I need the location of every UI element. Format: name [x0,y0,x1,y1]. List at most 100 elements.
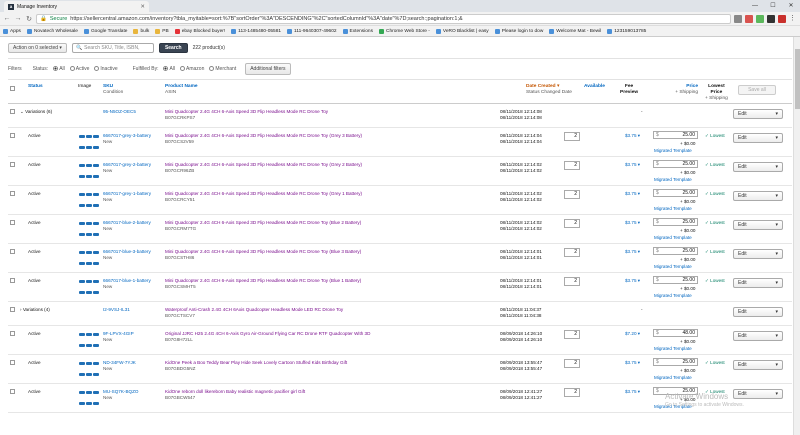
sku-link[interactable]: 95-N5OZ-OEC5 [103,109,136,115]
product-name-link[interactable]: Original JJRC H25 2.4G 4CH 6-Axis Gyro A… [165,331,370,337]
status-all-radio[interactable]: All [53,66,65,72]
bookmark-item[interactable]: VeRO Blacklist | easy [435,28,489,34]
fee-preview-link[interactable]: $3.75 ▾ [625,191,640,197]
shipping-template-link[interactable]: Migrated Template [654,264,692,270]
bookmark-item[interactable]: Extensions [342,28,373,34]
shipping-template-link[interactable]: Migrated Template [654,293,692,299]
product-name-link[interactable]: Mini Quadcopter 2.4G 4CH 6-Axis Speed 3D… [165,133,362,139]
scrollbar-thumb[interactable] [795,49,800,109]
back-icon[interactable]: ← [3,15,11,22]
shipping-template-link[interactable]: Migrated Template [654,148,692,154]
quantity-input[interactable]: 2 [564,388,580,397]
page-scrollbar[interactable] [793,37,800,435]
product-image[interactable] [78,219,100,239]
edit-button[interactable]: Edit ▾ [733,133,783,143]
product-image[interactable] [78,248,100,268]
bookmark-item[interactable]: Please login to dow [494,28,543,34]
browser-tab[interactable]: a Manage Inventory ✕ [4,1,149,12]
row-checkbox[interactable] [10,249,15,254]
row-checkbox[interactable] [10,389,15,394]
save-all-button[interactable]: Save all [738,85,776,95]
additional-filters-button[interactable]: Additional filters [245,63,291,75]
bookmark-item[interactable]: 111-9640307-49602 [287,28,337,34]
shipping-template-link[interactable]: Migrated Template [654,375,692,381]
shipping-template-link[interactable]: Migrated Template [654,206,692,212]
product-name-link[interactable]: Mini Quadcopter 2.4G 4CH 6-Axis Speed 3D… [165,249,361,255]
minimize-icon[interactable]: — [746,0,764,12]
price-input[interactable]: $25.00 [653,247,698,255]
quantity-input[interactable]: 2 [564,219,580,228]
url-input[interactable]: 🔒 Secure https://sellercentral.amazon.co… [36,13,731,24]
shipping-template-link[interactable]: Migrated Template [654,235,692,241]
fulfilled-all-radio[interactable]: All [163,66,175,72]
fee-preview-link[interactable]: $3.75 ▾ [625,220,640,226]
product-image[interactable] [78,277,100,297]
shipping-template-link[interactable]: Migrated Template [654,177,692,183]
edit-button[interactable]: Edit ▾ [733,331,783,341]
search-button[interactable]: Search [158,42,188,53]
star-icon[interactable] [734,14,742,23]
fulfilled-merchant-radio[interactable]: Merchant [209,66,236,72]
fee-preview-link[interactable]: $7.20 ▾ [625,331,640,337]
bookmark-item[interactable]: Google Translate [83,28,127,34]
bookmark-item[interactable]: Apps [3,28,21,34]
product-name-link[interactable]: Mini Quadcopter 2.4G 4CH 6-Axis Speed 3D… [165,162,362,168]
row-checkbox[interactable] [10,307,15,312]
select-all-checkbox[interactable] [10,86,15,91]
quantity-input[interactable]: 2 [564,248,580,257]
close-tab-icon[interactable]: ✕ [140,4,145,10]
row-checkbox[interactable] [10,109,15,114]
edit-button[interactable]: Edit ▾ [733,249,783,259]
edit-button[interactable]: Edit ▾ [733,191,783,201]
fulfilled-amazon-radio[interactable]: Amazon [180,66,204,72]
fee-preview-link[interactable]: $3.75 ▾ [625,249,640,255]
quantity-input[interactable]: 2 [564,190,580,199]
fee-preview-link[interactable]: $3.75 ▾ [625,162,640,168]
close-window-icon[interactable]: ✕ [782,0,800,12]
fee-preview-link[interactable]: $3.75 ▾ [625,133,640,139]
sku-link[interactable]: I2-9VSJ-IL31 [103,307,130,313]
extension-icon[interactable] [778,14,786,23]
row-checkbox[interactable] [10,360,15,365]
price-input[interactable]: $25.00 [653,276,698,284]
edit-button[interactable]: Edit ▾ [733,220,783,230]
edit-button[interactable]: Edit ▾ [733,278,783,288]
status-column-header[interactable]: Status [28,84,43,90]
row-checkbox[interactable] [10,220,15,225]
product-image[interactable] [78,359,100,379]
quantity-input[interactable]: 2 [564,161,580,170]
reload-icon[interactable]: ↻ [25,15,33,23]
price-input[interactable]: $25.00 [653,160,698,168]
fee-preview-link[interactable]: $3.75 ▾ [625,278,640,284]
row-checkbox[interactable] [10,162,15,167]
menu-icon[interactable]: ⋮ [789,15,797,23]
bookmark-item[interactable]: Chrome Web Store - [379,28,430,34]
available-column-header[interactable]: Available [584,84,605,90]
fee-preview-link[interactable]: $3.75 ▾ [625,360,640,366]
bookmark-item[interactable]: Welcome Mat - Bewil [549,28,601,34]
price-column-header[interactable]: Price + Shipping [668,84,698,96]
product-name-column-header[interactable]: Product Name ASIN [165,84,198,96]
product-image[interactable] [78,388,100,408]
variations-toggle[interactable]: › Variations (4) [20,307,50,313]
price-input[interactable]: $25.00 [653,358,698,366]
bookmark-item[interactable]: Novatech Wholesale [26,28,78,34]
bookmark-item[interactable]: PB [155,28,169,34]
product-image[interactable] [78,161,100,181]
edit-button[interactable]: Edit ▾ [733,360,783,370]
product-image[interactable] [78,330,100,350]
edit-button[interactable]: Edit ▾ [733,307,783,317]
edit-button[interactable]: Edit ▾ [733,162,783,172]
forward-icon[interactable]: → [14,15,22,22]
product-image[interactable] [78,132,100,152]
bulk-action-dropdown[interactable]: Action on 0 selected ▾ [8,42,67,53]
row-checkbox[interactable] [10,191,15,196]
bookmark-item[interactable]: bulk [133,28,149,34]
row-checkbox[interactable] [10,133,15,138]
maximize-icon[interactable]: ☐ [764,0,782,12]
status-active-radio[interactable]: Active [69,66,89,72]
edit-button[interactable]: Edit ▾ [733,109,783,119]
bookmark-item[interactable]: ebay Blocked buyer! [174,28,225,34]
extension-icon[interactable] [756,14,764,23]
status-inactive-radio[interactable]: Inactive [94,66,118,72]
